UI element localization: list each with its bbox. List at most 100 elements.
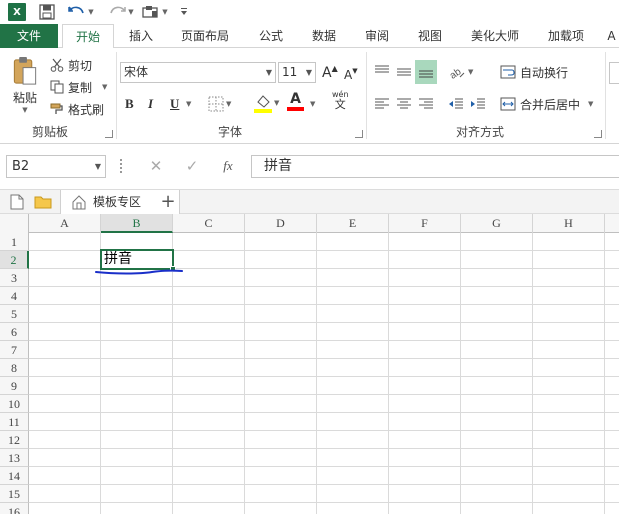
row-header-3[interactable]: 3	[0, 269, 29, 287]
column-header-a[interactable]: A	[29, 214, 101, 233]
tab-more[interactable]: A	[604, 24, 619, 48]
underline-dropdown[interactable]: ▼	[184, 96, 191, 112]
format-painter-label: 格式刷	[68, 102, 105, 117]
column-header-d[interactable]: D	[245, 214, 317, 233]
gridline-horizontal	[29, 340, 619, 341]
italic-button[interactable]: I	[148, 94, 162, 114]
decrease-indent-button[interactable]	[448, 94, 466, 114]
annotation-underline	[95, 269, 183, 275]
tab-view[interactable]: 视图	[410, 24, 450, 48]
font-group-label: 字体	[217, 125, 242, 139]
column-header-c[interactable]: C	[173, 214, 245, 233]
paste-button[interactable]: 粘贴 ▼	[8, 56, 42, 114]
folder-icon[interactable]	[34, 195, 52, 212]
ribbon-tabs: 文件 开始 插入 页面布局 公式 数据 审阅 视图 美化大师 加载项 A	[0, 24, 619, 49]
merge-center-button[interactable]: 合并后居中 ▼	[500, 94, 593, 114]
clipboard-launcher-icon[interactable]	[105, 130, 113, 138]
worksheet-grid[interactable]: ABCDEFGH 1 2 3 4 5 6 7 8 9 10 11 12 13 14 15 16 拼音	[0, 214, 619, 514]
merge-center-icon	[500, 97, 516, 111]
column-header-h[interactable]: H	[533, 214, 605, 233]
column-header-e[interactable]: E	[317, 214, 389, 233]
row-header-4[interactable]: 4	[0, 287, 29, 305]
font-size-select[interactable]: 11 ▼	[278, 62, 316, 83]
grow-font-button[interactable]: A ▲	[322, 62, 338, 83]
formula-input[interactable]: 拼音	[251, 155, 619, 178]
insert-function-button[interactable]: fx	[216, 157, 240, 175]
quick-access-toolbar: X ▼ ▼ ▼	[0, 0, 619, 24]
wrap-text-button[interactable]: 自动换行	[500, 62, 568, 82]
align-left-button[interactable]	[374, 94, 392, 114]
gridline-horizontal	[29, 430, 619, 431]
tab-beautify[interactable]: 美化大师	[464, 24, 526, 48]
align-right-button[interactable]	[418, 94, 436, 114]
gridline-vertical	[460, 233, 461, 514]
copy-button[interactable]: 复制 ▼	[50, 78, 107, 96]
new-document-icon[interactable]	[10, 194, 24, 213]
alignment-launcher-icon[interactable]	[594, 130, 602, 138]
underline-button[interactable]: U	[170, 94, 184, 114]
row-header-1[interactable]: 1	[0, 233, 29, 251]
font-name-select[interactable]: 宋体 ▼	[120, 62, 276, 83]
row-header-11[interactable]: 11	[0, 413, 29, 431]
row-header-12[interactable]: 12	[0, 431, 29, 449]
name-box[interactable]: B2 ▼	[6, 155, 106, 178]
font-launcher-icon[interactable]	[355, 130, 363, 138]
number-format-select[interactable]	[609, 62, 619, 84]
formula-bar-grip-icon	[120, 159, 123, 173]
row-header-13[interactable]: 13	[0, 449, 29, 467]
row-header-9[interactable]: 9	[0, 377, 29, 395]
row-header-14[interactable]: 14	[0, 467, 29, 485]
align-left-icon	[375, 98, 389, 109]
bold-button[interactable]: B	[125, 94, 139, 114]
orientation-button[interactable]: ab ▼	[448, 62, 473, 82]
redo-icon[interactable]: ▼	[106, 2, 136, 22]
tab-file[interactable]: 文件	[0, 24, 58, 48]
save-icon[interactable]	[36, 2, 58, 22]
row-header-6[interactable]: 6	[0, 323, 29, 341]
align-middle-button[interactable]	[396, 62, 414, 82]
enter-icon[interactable]: ✓	[182, 157, 202, 175]
borders-button[interactable]: ▼	[208, 94, 231, 114]
column-header-b[interactable]: B	[101, 214, 173, 233]
tab-page-layout[interactable]: 页面布局	[172, 24, 238, 48]
row-header-15[interactable]: 15	[0, 485, 29, 503]
tab-addins[interactable]: 加载项	[540, 24, 592, 48]
font-color-button[interactable]: A	[287, 92, 304, 114]
column-header-g[interactable]: G	[461, 214, 533, 233]
chevron-down-icon: ▼	[265, 68, 272, 77]
align-bottom-button[interactable]	[415, 60, 437, 84]
tab-insert[interactable]: 插入	[120, 24, 162, 48]
gridline-horizontal	[29, 448, 619, 449]
column-header-f[interactable]: F	[389, 214, 461, 233]
font-color-dropdown[interactable]: ▼	[308, 96, 315, 112]
doc-tab-label: 模板专区	[93, 195, 142, 209]
undo-icon[interactable]: ▼	[66, 2, 96, 22]
add-tab-button[interactable]: +	[156, 190, 180, 214]
fill-color-button[interactable]: ▼	[254, 92, 279, 114]
customize-icon[interactable]	[178, 2, 190, 22]
tab-data[interactable]: 数据	[304, 24, 344, 48]
tab-review[interactable]: 审阅	[357, 24, 397, 48]
tab-home[interactable]: 开始	[62, 24, 114, 49]
gridline-vertical	[316, 233, 317, 514]
row-header-16[interactable]: 16	[0, 503, 29, 514]
shrink-font-button[interactable]: A ▼	[344, 64, 358, 85]
phonetic-button[interactable]: wén 文	[332, 90, 349, 116]
select-all-corner[interactable]	[0, 214, 29, 233]
row-header-5[interactable]: 5	[0, 305, 29, 323]
row-header-2[interactable]: 2	[0, 251, 29, 269]
row-header-7[interactable]: 7	[0, 341, 29, 359]
cut-button[interactable]: 剪切	[50, 56, 92, 74]
increase-indent-button[interactable]	[470, 94, 488, 114]
format-painter-button[interactable]: 格式刷	[50, 100, 104, 118]
row-header-8[interactable]: 8	[0, 359, 29, 377]
view-icon[interactable]: ▼	[140, 2, 170, 22]
row-header-10[interactable]: 10	[0, 395, 29, 413]
align-center-button[interactable]	[396, 94, 414, 114]
align-right-icon	[419, 98, 433, 109]
tab-formulas[interactable]: 公式	[250, 24, 292, 48]
gridline-horizontal	[29, 322, 619, 323]
cancel-icon[interactable]: ✕	[146, 157, 166, 175]
align-top-button[interactable]	[374, 62, 392, 82]
font-size-value: 11	[282, 65, 298, 79]
